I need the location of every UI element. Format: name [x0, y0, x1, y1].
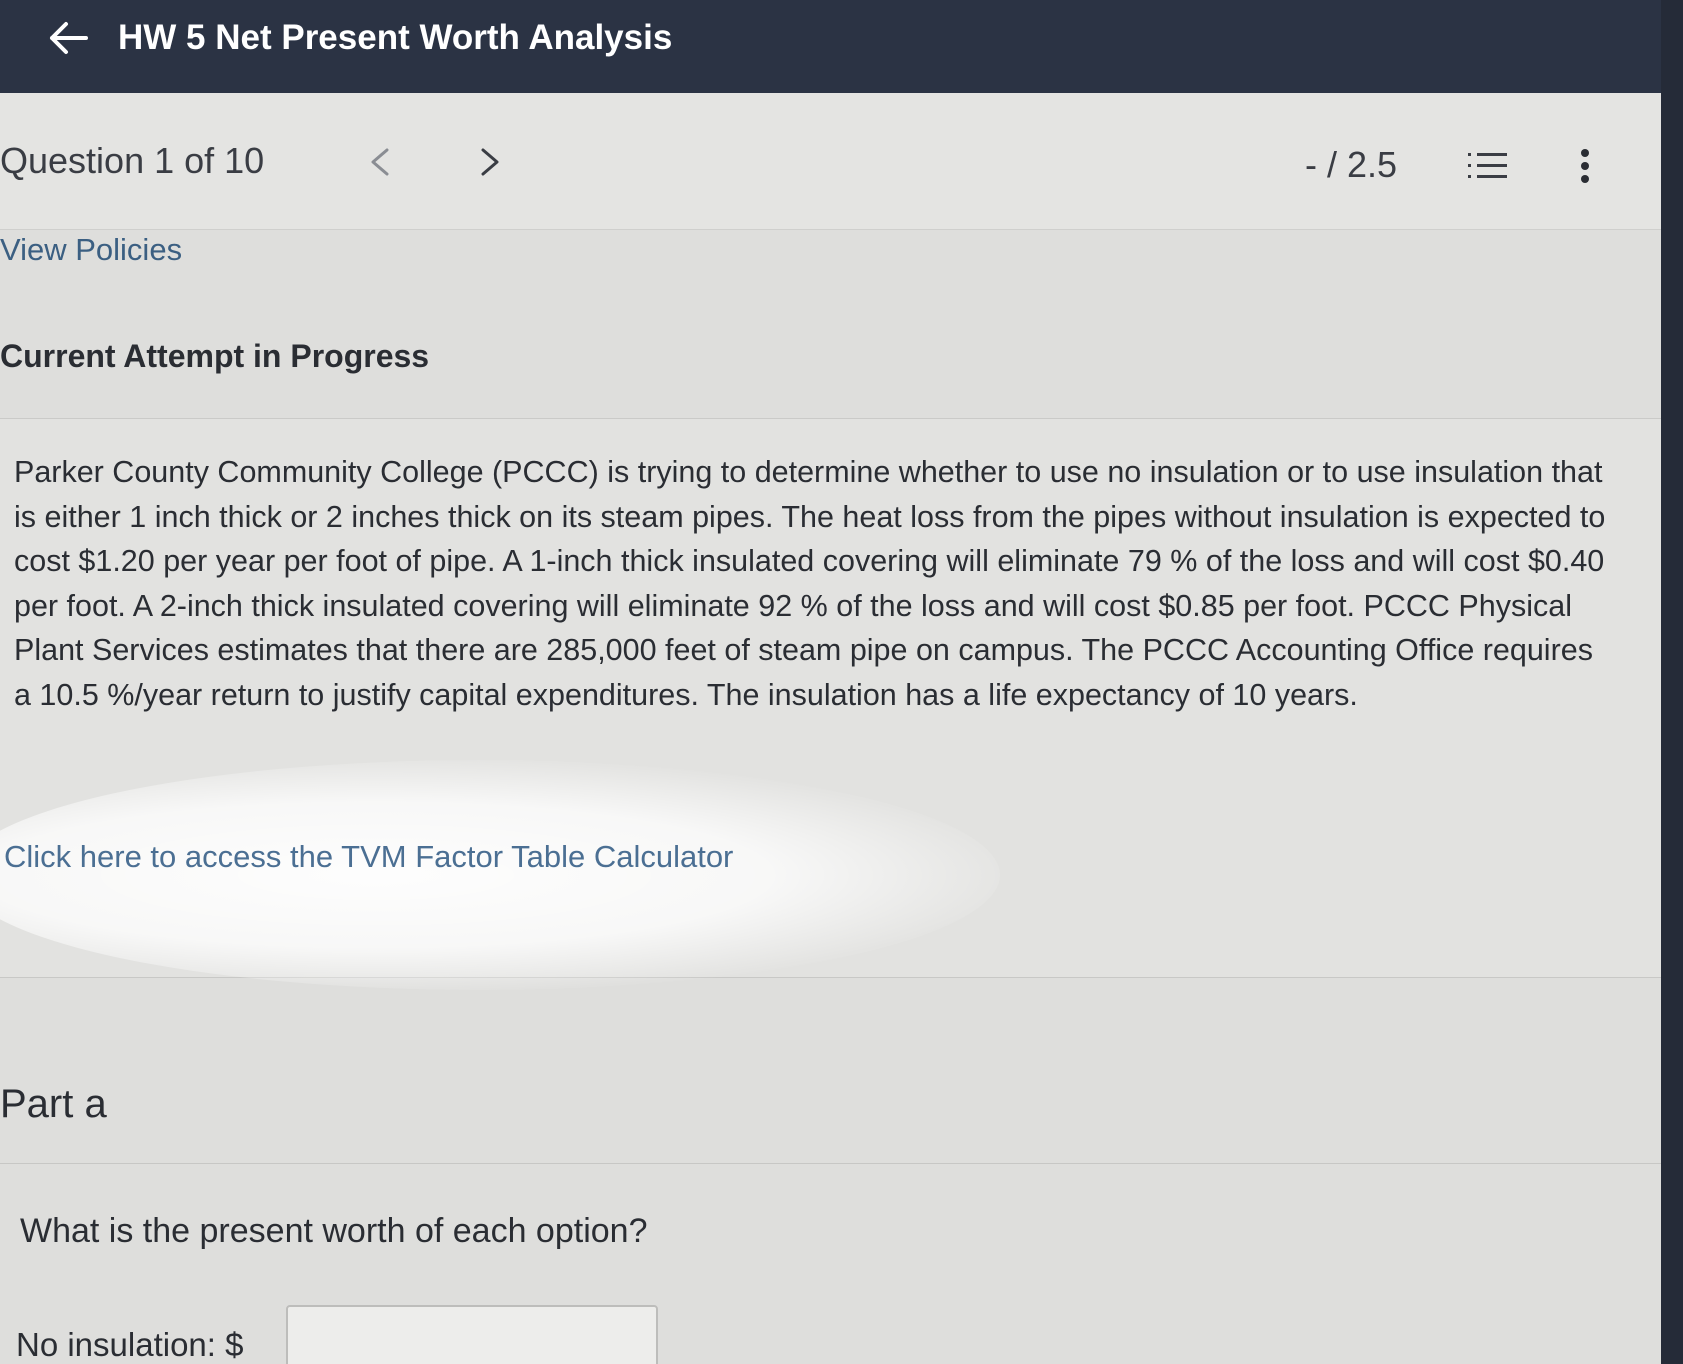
more-vertical-icon[interactable] [1575, 148, 1595, 188]
no-insulation-label: No insulation: $ [16, 1326, 244, 1363]
arrow-left-icon[interactable] [46, 18, 90, 58]
part-prompt: What is the present worth of each option… [20, 1212, 648, 1250]
numbered-list-icon[interactable] [1466, 148, 1510, 184]
view-policies-link[interactable]: View Policies [0, 232, 182, 268]
device-frame-edge [1661, 0, 1683, 1364]
top-bar: HW 5 Net Present Worth Analysis [0, 0, 1683, 93]
no-insulation-input[interactable] [286, 1305, 658, 1364]
attempt-status: Current Attempt in Progress [0, 338, 430, 374]
chevron-right-icon[interactable] [475, 144, 505, 180]
question-counter: Question 1 of 10 [0, 140, 265, 181]
part-divider [0, 1163, 1661, 1164]
question-score: - / 2.5 [1305, 144, 1398, 185]
question-text: Parker County Community College (PCCC) i… [14, 455, 1606, 712]
screen: HW 5 Net Present Worth Analysis Question… [0, 0, 1683, 1364]
chevron-left-icon[interactable] [365, 144, 395, 180]
assignment-title: HW 5 Net Present Worth Analysis [118, 18, 673, 57]
part-heading: Part a [0, 1082, 107, 1126]
tvm-calculator-link[interactable]: Click here to access the TVM Factor Tabl… [4, 839, 733, 875]
